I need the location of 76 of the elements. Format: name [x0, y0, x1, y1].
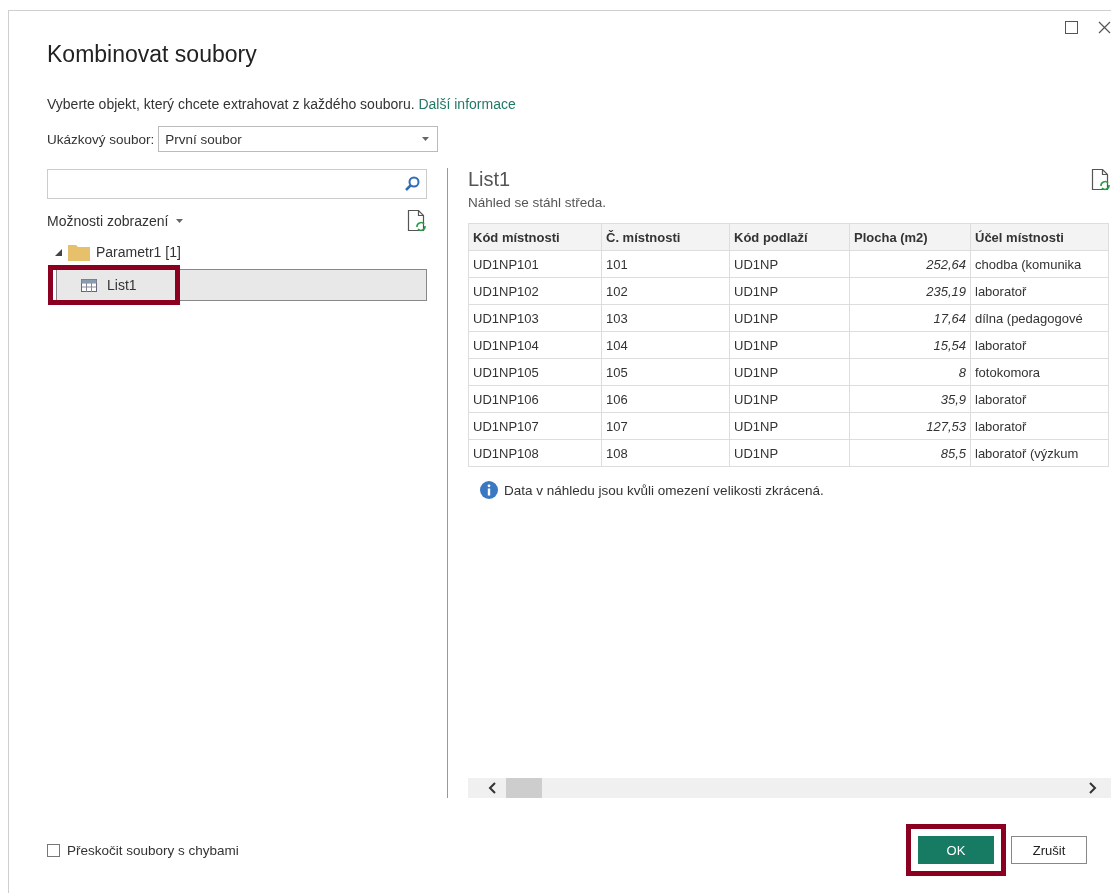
sample-file-label: Ukázkový soubor:: [47, 131, 155, 147]
table-cell: UD1NP: [729, 277, 850, 305]
table-cell: 8: [849, 358, 971, 386]
table-cell: laboratoř: [970, 277, 1109, 305]
column-header: Kód místnosti: [468, 223, 602, 251]
expand-triangle-icon[interactable]: [55, 248, 62, 256]
preview-title: List1: [468, 168, 512, 191]
table-cell: 35,9: [849, 385, 971, 413]
maximize-icon[interactable]: [1065, 21, 1078, 34]
search-field[interactable]: [47, 169, 427, 199]
table-cell: 101: [601, 250, 730, 278]
caret-icon: [422, 137, 430, 141]
table-cell: UD1NP106: [468, 385, 602, 413]
column-header: Č. místnosti: [601, 223, 730, 251]
table-cell: 85,5: [849, 439, 971, 467]
table-cell: UD1NP108: [468, 439, 602, 467]
table-cell: laboratoř: [970, 331, 1109, 359]
table-cell: UD1NP: [729, 358, 850, 386]
table-cell: 17,64: [849, 304, 971, 332]
sample-file-dropdown[interactable]: První soubor: [158, 126, 439, 152]
table-icon: [81, 278, 97, 292]
checkbox[interactable]: [47, 843, 60, 857]
table-cell: 235,19: [849, 277, 971, 305]
search-icon: [404, 176, 420, 192]
scrollbar-thumb[interactable]: [506, 778, 542, 798]
table-cell: UD1NP: [729, 304, 850, 332]
column-header: Plocha (m2): [849, 223, 971, 251]
table-cell: 106: [601, 385, 730, 413]
table-cell: laboratoř (výzkum: [970, 439, 1109, 467]
info-icon: [480, 481, 498, 499]
table-cell: UD1NP103: [468, 304, 602, 332]
table-cell: 15,54: [849, 331, 971, 359]
table-cell: 127,53: [849, 412, 971, 440]
description-text: Vyberte objekt, který chcete extrahovat z každého souboru. Další informace: [47, 96, 517, 112]
table-cell: laboratoř: [970, 385, 1109, 413]
more-info-link[interactable]: Další informace: [418, 96, 516, 112]
ok-button[interactable]: OK: [918, 836, 994, 864]
view-options-label[interactable]: Možnosti zobrazení: [47, 213, 169, 229]
table-cell: 252,64: [849, 250, 971, 278]
column-header: Účel místnosti: [970, 223, 1109, 251]
checkbox-label[interactable]: Přeskočit soubory s chybami: [67, 842, 239, 858]
table-cell: 103: [601, 304, 730, 332]
close-icon[interactable]: [1098, 21, 1111, 34]
table-cell: UD1NP102: [468, 277, 602, 305]
table-cell: 108: [601, 439, 730, 467]
table-cell: UD1NP: [729, 412, 850, 440]
scroll-right-icon[interactable]: [1089, 782, 1097, 794]
table-cell: 105: [601, 358, 730, 386]
refresh-document-icon[interactable]: [407, 209, 427, 233]
scroll-left-icon[interactable]: [488, 782, 496, 794]
table-cell: 102: [601, 277, 730, 305]
table-cell: UD1NP: [729, 250, 850, 278]
table-cell: laboratoř: [970, 412, 1109, 440]
table-cell: 104: [601, 331, 730, 359]
table-cell: UD1NP107: [468, 412, 602, 440]
table-cell: UD1NP: [729, 331, 850, 359]
table-cell: UD1NP: [729, 385, 850, 413]
table-cell: fotokomora: [970, 358, 1109, 386]
truncation-note: Data v náhledu jsou kvůli omezení velikosti zkrácená.: [504, 482, 824, 498]
dialog-title: Kombinovat soubory: [47, 41, 258, 68]
horizontal-scrollbar[interactable]: [468, 778, 1111, 798]
refresh-document-icon[interactable]: [1091, 168, 1111, 192]
preview-subtitle: Náhled se stáhl středa.: [468, 195, 607, 210]
table-cell: UD1NP: [729, 439, 850, 467]
table-cell: chodba (komunika: [970, 250, 1109, 278]
table-cell: dílna (pedagogové: [970, 304, 1109, 332]
table-cell: UD1NP101: [468, 250, 602, 278]
tree-item[interactable]: List1: [56, 269, 427, 301]
caret-icon[interactable]: [176, 219, 184, 223]
folder-icon: [68, 243, 90, 261]
table-cell: 107: [601, 412, 730, 440]
table-cell: UD1NP105: [468, 358, 602, 386]
tree-item[interactable]: Parametr1 [1]: [96, 244, 181, 260]
table-cell: UD1NP104: [468, 331, 602, 359]
column-header: Kód podlaží: [729, 223, 850, 251]
cancel-button[interactable]: Zrušit: [1011, 836, 1087, 864]
